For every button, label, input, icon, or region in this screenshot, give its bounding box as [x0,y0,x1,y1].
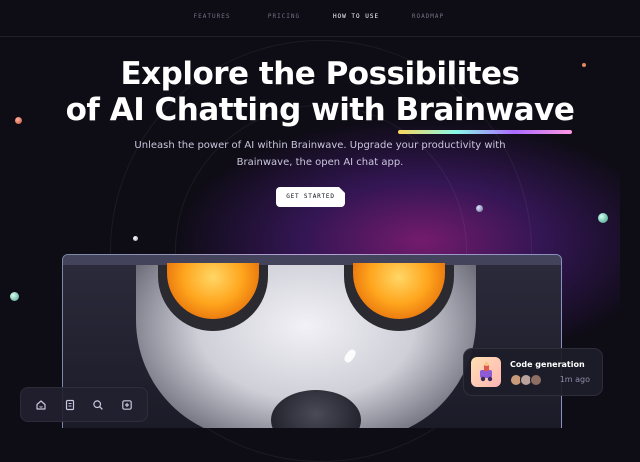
robot-mouth [271,390,361,428]
code-generation-card[interactable]: Code generation 1m ago [463,348,603,396]
robot-highlight [342,347,358,365]
decorative-orb [133,236,138,241]
robot-eye-socket-right [344,263,454,331]
decorative-orb [598,213,608,223]
search-icon[interactable] [90,397,106,413]
robot-eye-left [167,263,259,319]
nav-item-roadmap[interactable]: ROADMAP [392,0,464,36]
hero-title-line1: Explore the Possibilites [120,56,520,92]
document-icon[interactable] [62,397,78,413]
brand-name-highlight: Brainwave [395,92,575,134]
frame-top-bar [63,255,561,265]
robot-head [136,263,476,428]
card-title: Code generation [510,360,585,369]
card-timestamp: 1m ago [559,375,590,384]
gradient-underline [397,130,573,134]
hero-subtitle: Unleash the power of AI within Brainwave… [134,140,506,168]
get-started-button[interactable]: GET STARTED [276,187,345,207]
floating-toolbar [20,387,148,422]
card-thumbnail [471,357,501,387]
hero-title-line2: of AI Chatting with [65,92,396,128]
avatar [530,374,542,386]
robot-eye-right [353,263,445,319]
hero-title: Explore the Possibilites of AI Chatting … [0,56,640,134]
decorative-orb [10,292,19,301]
nav-item-features[interactable]: FEATURES [176,0,248,36]
home-icon[interactable] [33,397,49,413]
top-navigation: FEATURES PRICING HOW TO USE ROADMAP [0,0,640,37]
plus-square-icon[interactable] [119,397,135,413]
robot-eye-socket-left [158,263,268,331]
collaborator-avatars [510,374,542,386]
nav-item-pricing[interactable]: PRICING [248,0,320,36]
decorative-orb [476,205,483,212]
nav-item-how-to-use[interactable]: HOW TO USE [320,0,392,36]
brand-name: Brainwave [395,92,575,128]
